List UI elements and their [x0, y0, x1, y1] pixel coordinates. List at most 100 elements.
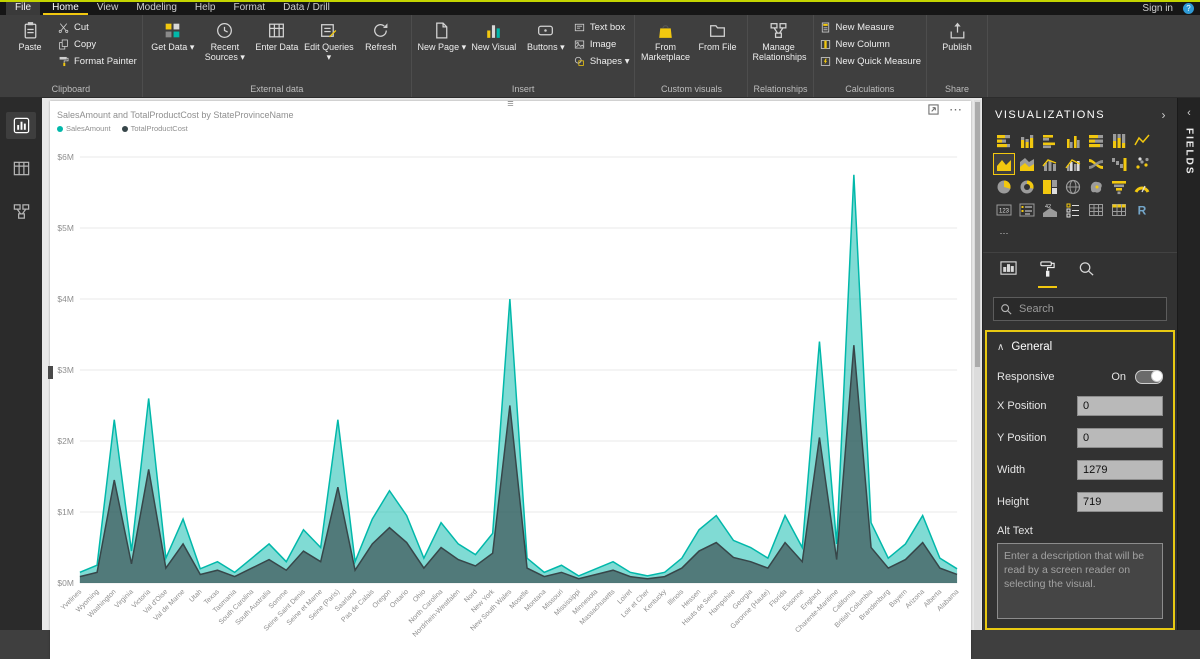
paste-button[interactable]: Paste — [5, 16, 55, 52]
copy-button[interactable]: Copy — [57, 38, 137, 51]
edit-queries-button[interactable]: Edit Queries ▾ — [304, 16, 354, 63]
analytics-tab[interactable] — [1077, 260, 1096, 288]
tab-help[interactable]: Help — [186, 2, 225, 15]
viz-icon-100-stacked-bar[interactable] — [1085, 130, 1107, 152]
image-button[interactable]: Image — [573, 38, 630, 51]
viz-icon-gauge[interactable] — [1131, 176, 1153, 198]
viz-icon-100-stacked-column[interactable] — [1108, 130, 1130, 152]
new-column-button[interactable]: New Column — [819, 38, 922, 51]
new-measure-button[interactable]: New Measure — [819, 21, 922, 34]
general-section-header[interactable]: ∧ General — [987, 332, 1173, 358]
viz-icon-donut[interactable] — [1016, 176, 1038, 198]
search-input[interactable] — [1017, 302, 1160, 316]
canvas-scrollbar-thumb[interactable] — [975, 102, 980, 367]
svg-text:R: R — [1138, 204, 1147, 218]
ribbon-groups: Paste Cut Copy Format Painter Clipboard Get D… — [0, 15, 989, 97]
refresh-button[interactable]: Refresh — [356, 16, 406, 52]
buttons-button[interactable]: Buttons ▾ — [521, 16, 571, 52]
viz-icon-r-script[interactable]: R — [1131, 199, 1153, 221]
ribbon-group-label: Calculations — [845, 84, 895, 94]
viz-icon-pie[interactable] — [993, 176, 1015, 198]
new-visual-icon — [483, 20, 504, 41]
viz-icon-waterfall[interactable] — [1108, 153, 1130, 175]
format-tab-icon — [1038, 260, 1057, 277]
report-page[interactable]: ≡ ⋯ SalesAmount and TotalProductCost by … — [48, 99, 971, 659]
help-icon[interactable]: ? — [1183, 3, 1194, 14]
y-position-input[interactable] — [1077, 428, 1163, 448]
viz-icon-map[interactable] — [1062, 176, 1084, 198]
from-file-button[interactable]: From File — [692, 16, 742, 52]
tab-home[interactable]: Home — [43, 2, 88, 15]
viz-icon-line[interactable] — [1131, 130, 1153, 152]
viz-icon-clustered-bar[interactable] — [1039, 130, 1061, 152]
viz-icon-multi-row-card[interactable] — [1016, 199, 1038, 221]
button-label: Get Data ▾ — [151, 42, 195, 52]
get-data-button[interactable]: Get Data ▾ — [148, 16, 198, 52]
viz-icon-area[interactable] — [993, 153, 1015, 175]
height-input[interactable] — [1077, 492, 1163, 512]
viz-icon-card[interactable]: 123 — [993, 199, 1015, 221]
alt-text-input[interactable] — [997, 543, 1163, 619]
tab-data-drill[interactable]: Data / Drill — [274, 2, 339, 15]
responsive-toggle[interactable] — [1135, 370, 1163, 384]
clock-icon — [214, 20, 235, 41]
viz-icon-table[interactable] — [1085, 199, 1107, 221]
format-tab[interactable] — [1038, 260, 1057, 288]
titlebar: File Home View Modeling Help Format Data / Dri… — [0, 2, 1200, 15]
model-view-button[interactable] — [6, 198, 36, 225]
viz-icon-slicer[interactable] — [1062, 199, 1084, 221]
viz-icon-funnel[interactable] — [1108, 176, 1130, 198]
publish-button[interactable]: Publish — [932, 16, 982, 52]
refresh-icon — [370, 20, 391, 41]
edit-icon — [318, 20, 339, 41]
enter-data-button[interactable]: Enter Data — [252, 16, 302, 52]
svg-text:Utah: Utah — [188, 588, 203, 603]
area-chart-svg[interactable]: $0M $1M $2M $3M $4M $5M $6M YvelinesWyomingWash… — [50, 101, 971, 659]
viz-icon-clustered-column[interactable] — [1062, 130, 1084, 152]
viz-icon-line-stacked-column[interactable] — [1039, 153, 1061, 175]
expand-fields-icon[interactable]: ‹ — [1187, 107, 1191, 119]
canvas-scrollbar[interactable] — [974, 100, 981, 630]
tab-view[interactable]: View — [88, 2, 128, 15]
tab-modeling[interactable]: Modeling — [127, 2, 186, 15]
get-data-icon — [162, 20, 183, 41]
viz-icon-kpi[interactable]: 42 — [1039, 199, 1061, 221]
viz-icon-stacked-area[interactable] — [1016, 153, 1038, 175]
new-quick-measure-button[interactable]: New Quick Measure — [819, 55, 921, 68]
ribbon-group-insert: New Page ▾ New Visual Buttons ▾ Text box Ima… — [412, 15, 636, 97]
tab-format[interactable]: Format — [224, 2, 274, 15]
tab-file[interactable]: File — [6, 2, 41, 15]
viz-icon-treemap[interactable] — [1039, 176, 1061, 198]
viz-icon-ellipsis[interactable]: ⋯ — [993, 222, 1015, 244]
recent-sources-button[interactable]: Recent Sources ▾ — [200, 16, 250, 63]
sign-in-link[interactable]: Sign in — [1142, 3, 1173, 14]
viz-icon-stacked-bar[interactable] — [993, 130, 1015, 152]
viz-icon-filled-map[interactable] — [1085, 176, 1107, 198]
svg-text:$5M: $5M — [57, 223, 73, 233]
x-position-input[interactable] — [1077, 396, 1163, 416]
responsive-state: On — [1111, 371, 1126, 383]
fields-pane-title: FIELDS — [1183, 128, 1195, 176]
report-view-button[interactable] — [6, 112, 36, 139]
new-page-button[interactable]: New Page ▾ — [417, 16, 467, 52]
visualizations-header: VISUALIZATIONS › — [983, 98, 1177, 128]
new-visual-button[interactable]: New Visual — [469, 16, 519, 52]
column-icon — [819, 38, 832, 51]
collapse-pane-icon[interactable]: › — [1162, 108, 1168, 122]
shapes-button[interactable]: Shapes ▾ — [573, 55, 629, 68]
viz-icon-matrix[interactable] — [1108, 199, 1130, 221]
format-painter-button[interactable]: Format Painter — [57, 55, 137, 68]
viz-icon-stacked-column[interactable] — [1016, 130, 1038, 152]
general-section-highlight: ∧ General Responsive On X Position Y Posi… — [985, 330, 1175, 630]
text-box-button[interactable]: Text box — [573, 21, 630, 34]
from-marketplace-button[interactable]: From Marketplace — [640, 16, 690, 63]
viz-icon-line-clustered-column[interactable] — [1062, 153, 1084, 175]
responsive-row: Responsive On — [997, 370, 1163, 384]
manage-relationships-button[interactable]: Manage Relationships — [752, 16, 807, 63]
fields-tab[interactable] — [999, 260, 1018, 288]
viz-icon-scatter[interactable] — [1131, 153, 1153, 175]
viz-icon-ribbon[interactable] — [1085, 153, 1107, 175]
data-view-button[interactable] — [6, 155, 36, 182]
cut-button[interactable]: Cut — [57, 21, 137, 34]
width-input[interactable] — [1077, 460, 1163, 480]
